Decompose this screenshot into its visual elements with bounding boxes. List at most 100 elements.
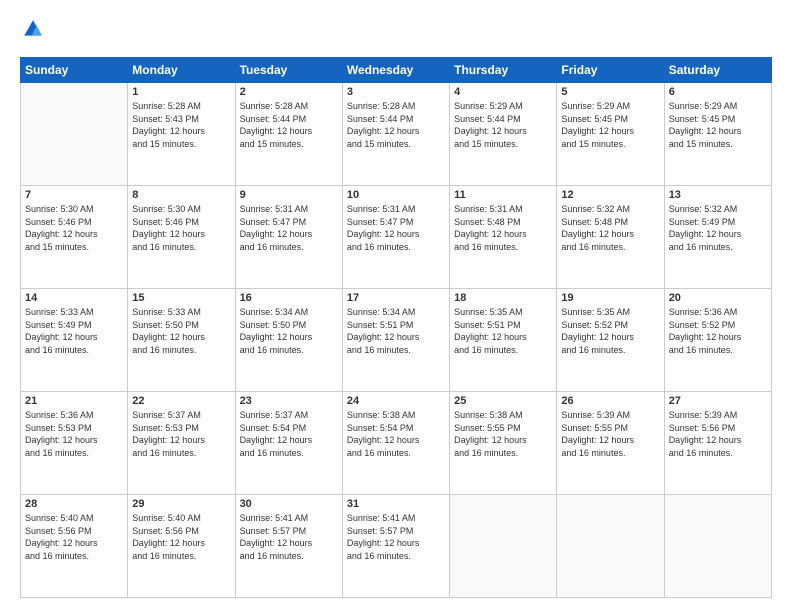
day-number: 22	[132, 395, 230, 407]
day-number: 17	[347, 292, 445, 304]
day-number: 15	[132, 292, 230, 304]
calendar-cell: 24 Sunrise: 5:38 AM Sunset: 5:54 PM Dayli…	[342, 392, 449, 495]
calendar-cell: 23 Sunrise: 5:37 AM Sunset: 5:54 PM Dayli…	[235, 392, 342, 495]
day-number: 18	[454, 292, 552, 304]
calendar-cell: 7 Sunrise: 5:30 AM Sunset: 5:46 PM Daylig…	[21, 186, 128, 289]
calendar-cell	[557, 495, 664, 598]
page: SundayMondayTuesdayWednesdayThursdayFrid…	[0, 0, 792, 612]
calendar-cell: 12 Sunrise: 5:32 AM Sunset: 5:48 PM Dayli…	[557, 186, 664, 289]
calendar-cell: 21 Sunrise: 5:36 AM Sunset: 5:53 PM Dayli…	[21, 392, 128, 495]
calendar-cell: 18 Sunrise: 5:35 AM Sunset: 5:51 PM Dayli…	[450, 289, 557, 392]
calendar-cell: 14 Sunrise: 5:33 AM Sunset: 5:49 PM Dayli…	[21, 289, 128, 392]
day-number: 12	[561, 189, 659, 201]
calendar-cell: 13Sunrise: 5:32 AM Sunset: 5:49 PM Dayli…	[664, 186, 771, 289]
day-number: 14	[25, 292, 123, 304]
day-number: 1	[132, 86, 230, 98]
calendar-cell: 3 Sunrise: 5:28 AM Sunset: 5:44 PM Daylig…	[342, 83, 449, 186]
day-info: Sunrise: 5:32 AM Sunset: 5:49 PM Dayligh…	[669, 203, 767, 253]
day-info: Sunrise: 5:41 AM Sunset: 5:57 PM Dayligh…	[347, 512, 445, 562]
calendar-cell: 30 Sunrise: 5:41 AM Sunset: 5:57 PM Dayli…	[235, 495, 342, 598]
day-number: 24	[347, 395, 445, 407]
day-info: Sunrise: 5:37 AM Sunset: 5:53 PM Dayligh…	[132, 409, 230, 459]
day-info: Sunrise: 5:34 AM Sunset: 5:50 PM Dayligh…	[240, 306, 338, 356]
day-info: Sunrise: 5:38 AM Sunset: 5:55 PM Dayligh…	[454, 409, 552, 459]
day-number: 5	[561, 86, 659, 98]
calendar-cell: 17Sunrise: 5:34 AM Sunset: 5:51 PM Dayli…	[342, 289, 449, 392]
calendar-cell: 29 Sunrise: 5:40 AM Sunset: 5:56 PM Dayli…	[128, 495, 235, 598]
day-number: 8	[132, 189, 230, 201]
day-info: Sunrise: 5:28 AM Sunset: 5:44 PM Dayligh…	[240, 100, 338, 150]
calendar-cell	[21, 83, 128, 186]
day-number: 25	[454, 395, 552, 407]
calendar-cell: 5 Sunrise: 5:29 AM Sunset: 5:45 PM Daylig…	[557, 83, 664, 186]
day-number: 9	[240, 189, 338, 201]
calendar-week-row: 21 Sunrise: 5:36 AM Sunset: 5:53 PM Dayli…	[21, 392, 772, 495]
calendar-day-header: Thursday	[450, 58, 557, 83]
day-number: 30	[240, 498, 338, 510]
calendar-day-header: Wednesday	[342, 58, 449, 83]
calendar-cell: 27Sunrise: 5:39 AM Sunset: 5:56 PM Dayli…	[664, 392, 771, 495]
calendar-week-row: 1 Sunrise: 5:28 AM Sunset: 5:43 PM Daylig…	[21, 83, 772, 186]
calendar-cell: 26 Sunrise: 5:39 AM Sunset: 5:55 PM Dayli…	[557, 392, 664, 495]
day-info: Sunrise: 5:36 AM Sunset: 5:53 PM Dayligh…	[25, 409, 123, 459]
day-number: 4	[454, 86, 552, 98]
day-number: 11	[454, 189, 552, 201]
day-info: Sunrise: 5:39 AM Sunset: 5:55 PM Dayligh…	[561, 409, 659, 459]
calendar-cell: 22 Sunrise: 5:37 AM Sunset: 5:53 PM Dayli…	[128, 392, 235, 495]
header	[20, 18, 772, 45]
calendar-cell: 4 Sunrise: 5:29 AM Sunset: 5:44 PM Daylig…	[450, 83, 557, 186]
calendar-week-row: 14 Sunrise: 5:33 AM Sunset: 5:49 PM Dayli…	[21, 289, 772, 392]
calendar-cell: 28Sunrise: 5:40 AM Sunset: 5:56 PM Dayli…	[21, 495, 128, 598]
day-info: Sunrise: 5:37 AM Sunset: 5:54 PM Dayligh…	[240, 409, 338, 459]
calendar-day-header: Tuesday	[235, 58, 342, 83]
calendar-header-row: SundayMondayTuesdayWednesdayThursdayFrid…	[21, 58, 772, 83]
day-info: Sunrise: 5:29 AM Sunset: 5:45 PM Dayligh…	[561, 100, 659, 150]
day-info: Sunrise: 5:35 AM Sunset: 5:52 PM Dayligh…	[561, 306, 659, 356]
day-info: Sunrise: 5:28 AM Sunset: 5:44 PM Dayligh…	[347, 100, 445, 150]
day-info: Sunrise: 5:33 AM Sunset: 5:50 PM Dayligh…	[132, 306, 230, 356]
calendar-day-header: Friday	[557, 58, 664, 83]
day-info: Sunrise: 5:31 AM Sunset: 5:47 PM Dayligh…	[240, 203, 338, 253]
day-number: 16	[240, 292, 338, 304]
calendar-cell: 15 Sunrise: 5:33 AM Sunset: 5:50 PM Dayli…	[128, 289, 235, 392]
calendar-week-row: 28Sunrise: 5:40 AM Sunset: 5:56 PM Dayli…	[21, 495, 772, 598]
day-info: Sunrise: 5:29 AM Sunset: 5:45 PM Dayligh…	[669, 100, 767, 150]
day-number: 20	[669, 292, 767, 304]
day-number: 7	[25, 189, 123, 201]
day-info: Sunrise: 5:40 AM Sunset: 5:56 PM Dayligh…	[25, 512, 123, 562]
day-info: Sunrise: 5:33 AM Sunset: 5:49 PM Dayligh…	[25, 306, 123, 356]
day-number: 26	[561, 395, 659, 407]
day-info: Sunrise: 5:31 AM Sunset: 5:47 PM Dayligh…	[347, 203, 445, 253]
day-info: Sunrise: 5:30 AM Sunset: 5:46 PM Dayligh…	[25, 203, 123, 253]
day-info: Sunrise: 5:35 AM Sunset: 5:51 PM Dayligh…	[454, 306, 552, 356]
day-info: Sunrise: 5:40 AM Sunset: 5:56 PM Dayligh…	[132, 512, 230, 562]
day-number: 6	[669, 86, 767, 98]
day-number: 2	[240, 86, 338, 98]
day-info: Sunrise: 5:29 AM Sunset: 5:44 PM Dayligh…	[454, 100, 552, 150]
day-info: Sunrise: 5:28 AM Sunset: 5:43 PM Dayligh…	[132, 100, 230, 150]
calendar-cell: 19 Sunrise: 5:35 AM Sunset: 5:52 PM Dayli…	[557, 289, 664, 392]
calendar-week-row: 7 Sunrise: 5:30 AM Sunset: 5:46 PM Daylig…	[21, 186, 772, 289]
calendar-cell: 2 Sunrise: 5:28 AM Sunset: 5:44 PM Daylig…	[235, 83, 342, 186]
logo-icon	[22, 18, 44, 40]
day-number: 23	[240, 395, 338, 407]
calendar-cell: 1 Sunrise: 5:28 AM Sunset: 5:43 PM Daylig…	[128, 83, 235, 186]
calendar-cell: 31 Sunrise: 5:41 AM Sunset: 5:57 PM Dayli…	[342, 495, 449, 598]
day-info: Sunrise: 5:32 AM Sunset: 5:48 PM Dayligh…	[561, 203, 659, 253]
logo	[20, 18, 46, 45]
calendar-cell: 25 Sunrise: 5:38 AM Sunset: 5:55 PM Dayli…	[450, 392, 557, 495]
day-number: 31	[347, 498, 445, 510]
day-number: 27	[669, 395, 767, 407]
day-number: 19	[561, 292, 659, 304]
day-number: 21	[25, 395, 123, 407]
day-number: 29	[132, 498, 230, 510]
day-info: Sunrise: 5:31 AM Sunset: 5:48 PM Dayligh…	[454, 203, 552, 253]
day-number: 3	[347, 86, 445, 98]
day-info: Sunrise: 5:30 AM Sunset: 5:46 PM Dayligh…	[132, 203, 230, 253]
calendar-day-header: Sunday	[21, 58, 128, 83]
calendar-cell: 16 Sunrise: 5:34 AM Sunset: 5:50 PM Dayli…	[235, 289, 342, 392]
day-info: Sunrise: 5:41 AM Sunset: 5:57 PM Dayligh…	[240, 512, 338, 562]
day-info: Sunrise: 5:38 AM Sunset: 5:54 PM Dayligh…	[347, 409, 445, 459]
calendar-cell: 8 Sunrise: 5:30 AM Sunset: 5:46 PM Daylig…	[128, 186, 235, 289]
calendar-cell: 9 Sunrise: 5:31 AM Sunset: 5:47 PM Daylig…	[235, 186, 342, 289]
